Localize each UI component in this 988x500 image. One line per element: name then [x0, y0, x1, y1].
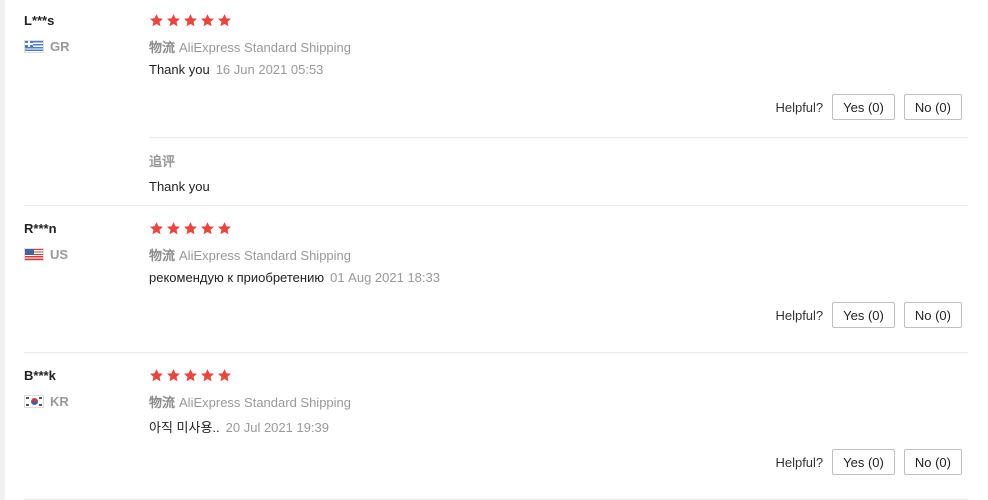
star-icon	[166, 221, 181, 236]
shipping-info: 物流 AliExpress Standard Shipping	[149, 37, 351, 56]
star-rating	[149, 13, 232, 28]
shipping-label: 物流	[149, 248, 176, 263]
helpful-yes-button[interactable]: Yes (0)	[832, 94, 895, 120]
shipping-label: 物流	[149, 40, 176, 55]
star-icon	[166, 13, 181, 28]
star-rating	[149, 221, 232, 236]
helpful-vote: Helpful? Yes (0) No (0)	[775, 449, 962, 475]
helpful-no-button[interactable]: No (0)	[903, 449, 962, 475]
review-text: 아직 미사용..	[149, 420, 220, 435]
followup-text: Thank you	[149, 179, 210, 194]
reviewer-country: US	[24, 246, 69, 262]
review-date: 20 Jul 2021 19:39	[225, 420, 330, 435]
star-icon	[200, 368, 215, 383]
shipping-method: AliExpress Standard Shipping	[179, 395, 352, 410]
review-item: L***s GR 物流 AliExpress Standard Shipping …	[0, 0, 988, 206]
shipping-method: AliExpress Standard Shipping	[179, 40, 352, 55]
star-icon	[200, 221, 215, 236]
review-text: рекомендую к приобретению	[149, 270, 325, 285]
reviewer-country: GR	[24, 38, 70, 54]
helpful-label: Helpful?	[775, 454, 824, 470]
followup-label: 追评	[149, 154, 176, 169]
star-icon	[183, 221, 198, 236]
star-icon	[183, 368, 198, 383]
star-icon	[200, 13, 215, 28]
star-icon	[183, 13, 198, 28]
star-icon	[149, 13, 164, 28]
country-code: KR	[50, 393, 69, 409]
helpful-vote: Helpful? Yes (0) No (0)	[775, 302, 962, 328]
helpful-no-button[interactable]: No (0)	[903, 302, 962, 328]
review-item: B***k KR 物流 AliExpress Standard Shipping …	[0, 354, 988, 500]
reviewer-country: KR	[24, 393, 69, 409]
star-icon	[217, 221, 232, 236]
reviewer-name: L***s	[24, 13, 55, 28]
shipping-info: 物流 AliExpress Standard Shipping	[149, 245, 351, 264]
review-date: 01 Aug 2021 18:33	[330, 270, 440, 285]
star-icon	[149, 368, 164, 383]
review-divider	[24, 352, 968, 353]
review-text: Thank you	[149, 62, 210, 77]
review-divider	[24, 205, 968, 206]
followup-divider	[149, 137, 968, 138]
country-code: GR	[50, 38, 70, 54]
reviewer-name: B***k	[24, 368, 56, 383]
helpful-vote: Helpful? Yes (0) No (0)	[775, 94, 962, 120]
review-content: 아직 미사용.. 20 Jul 2021 19:39	[149, 417, 329, 436]
review-item: R***n US 物流 AliExpress Standard Shipping …	[0, 207, 988, 353]
star-icon	[217, 13, 232, 28]
shipping-method: AliExpress Standard Shipping	[179, 248, 352, 263]
greece-flag-icon	[24, 39, 44, 53]
review-date: 16 Jun 2021 05:53	[215, 62, 324, 77]
country-code: US	[50, 246, 69, 262]
star-rating	[149, 368, 232, 383]
reviewer-name: R***n	[24, 221, 57, 236]
shipping-label: 物流	[149, 395, 176, 410]
shipping-info: 物流 AliExpress Standard Shipping	[149, 392, 351, 411]
helpful-label: Helpful?	[775, 99, 824, 115]
helpful-yes-button[interactable]: Yes (0)	[832, 449, 895, 475]
helpful-no-button[interactable]: No (0)	[903, 94, 962, 120]
review-content: Thank you 16 Jun 2021 05:53	[149, 62, 323, 77]
us-flag-icon	[24, 247, 44, 261]
helpful-yes-button[interactable]: Yes (0)	[832, 302, 895, 328]
review-content: рекомендую к приобретению 01 Aug 2021 18:…	[149, 270, 440, 285]
star-icon	[166, 368, 181, 383]
star-icon	[149, 221, 164, 236]
south-korea-flag-icon	[24, 394, 44, 408]
star-icon	[217, 368, 232, 383]
helpful-label: Helpful?	[775, 307, 824, 323]
